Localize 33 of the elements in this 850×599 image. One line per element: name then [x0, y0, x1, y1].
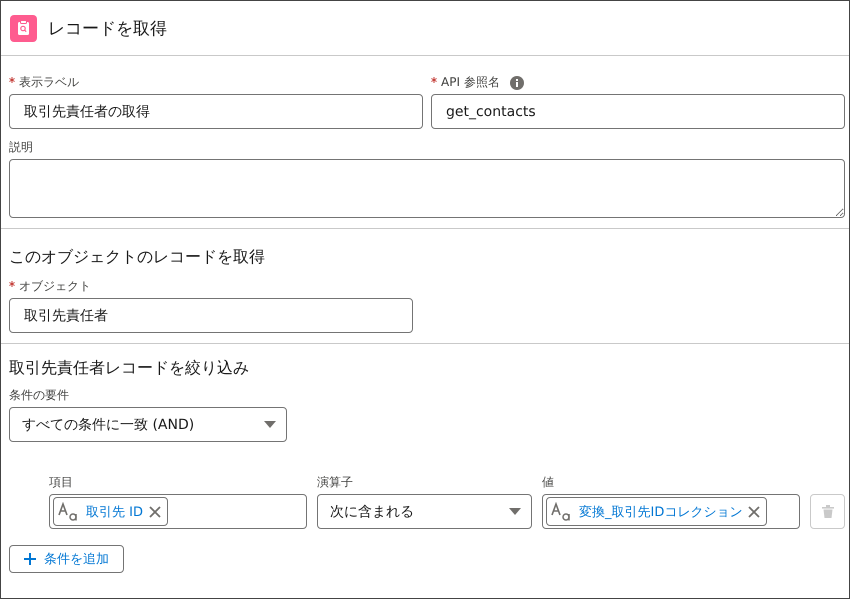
- close-icon: [148, 506, 161, 518]
- field-label: 表示ラベル: [19, 74, 79, 91]
- field-label: 条件の要件: [9, 387, 69, 404]
- plus-icon: [24, 553, 36, 565]
- selected-pill[interactable]: 変換_取引先IDコレクション: [546, 497, 768, 526]
- text-input[interactable]: 取引先責任者の取得: [9, 94, 423, 129]
- condition-dropdown[interactable]: すべての条件に一致 (AND): [9, 407, 287, 442]
- field-label: 説明: [9, 139, 33, 156]
- selected-pill[interactable]: 取引先 ID: [53, 497, 168, 526]
- trash-icon: [822, 505, 834, 518]
- panel-title: レコードを取得: [48, 18, 167, 40]
- object-input[interactable]: 取引先責任者: [9, 298, 413, 333]
- text-type-icon: [551, 502, 573, 522]
- section-heading: このオブジェクトのレコードを取得: [9, 247, 266, 268]
- dropdown-caret-icon: [509, 508, 521, 515]
- field-label: API 参照名: [441, 74, 500, 91]
- add-condition-button[interactable]: 条件を追加: [9, 545, 124, 573]
- close-icon: [748, 506, 760, 518]
- description-textarea[interactable]: [9, 159, 845, 218]
- field-label: 演算子: [317, 474, 354, 491]
- field-picker[interactable]: 取引先 ID: [49, 494, 307, 529]
- clipboard-search-icon: [10, 14, 37, 42]
- text-type-icon: [58, 502, 80, 522]
- section-heading: 取引先責任者レコードを絞り込み: [9, 358, 250, 379]
- text-input[interactable]: get_contacts: [431, 94, 845, 129]
- field-label: オブジェクト: [19, 278, 91, 295]
- field-label: 値: [542, 474, 555, 491]
- pill-label: 取引先 ID: [86, 504, 143, 520]
- operator-dropdown[interactable]: 次に含まれる: [317, 494, 532, 529]
- pill-label: 変換_取引先IDコレクション: [579, 504, 742, 520]
- value-picker[interactable]: 変換_取引先IDコレクション: [542, 494, 800, 529]
- dropdown-caret-icon: [264, 421, 276, 428]
- field-label: 項目: [49, 474, 74, 491]
